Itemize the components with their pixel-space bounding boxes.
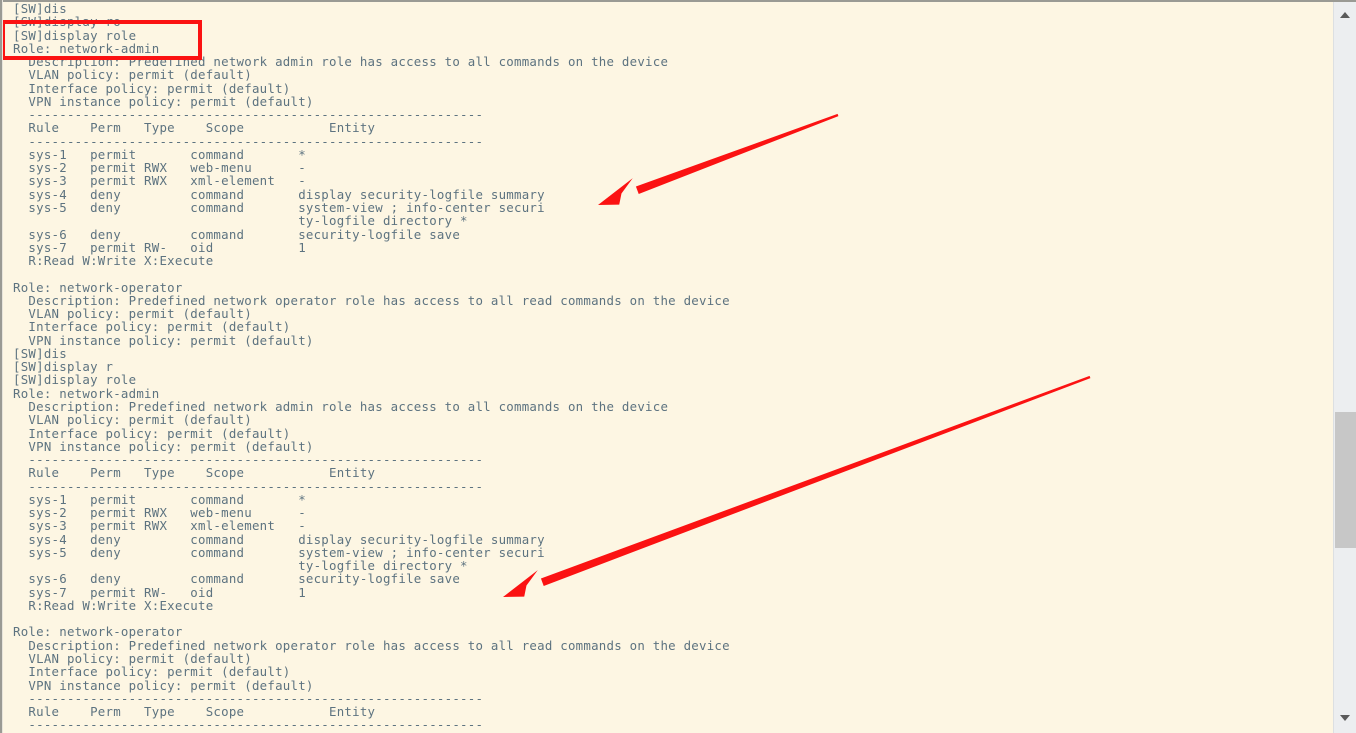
scrollbar-thumb[interactable] (1335, 412, 1356, 548)
terminal-line: [SW]display role (13, 27, 137, 43)
terminal-line: VPN instance policy: permit (default) (13, 438, 314, 454)
terminal-line: Interface policy: permit (default) (13, 319, 291, 335)
terminal-line: [SW]display role (13, 372, 137, 388)
window-top-border (0, 0, 1356, 2)
terminal-line: [SW]dis (13, 345, 67, 361)
terminal-line: VPN instance policy: permit (default) (13, 677, 314, 693)
terminal-line: Interface policy: permit (default) (13, 664, 291, 680)
terminal-line: ----------------------------------------… (13, 452, 484, 468)
terminal-line: [SW]display ro (13, 14, 121, 30)
terminal-line: Description: Predefined network admin ro… (13, 398, 669, 414)
terminal-line: Rule Perm Type Scope Entity (13, 120, 376, 136)
terminal-line: sys-3 permit RWX xml-element - (13, 518, 306, 534)
terminal-line: sys-1 permit command * (13, 146, 306, 162)
terminal-line: Role: network-operator (13, 624, 183, 640)
terminal-line: ----------------------------------------… (13, 690, 484, 706)
terminal-line: ----------------------------------------… (13, 133, 484, 149)
terminal-line: sys-3 permit RWX xml-element - (13, 173, 306, 189)
terminal-line: ty-logfile directory * (13, 213, 468, 229)
terminal-line: sys-7 permit RW- oid 1 (13, 239, 306, 255)
terminal-line: Description: Predefined network admin ro… (13, 54, 669, 70)
terminal-line: Description: Predefined network operator… (13, 637, 730, 653)
terminal-line: ty-logfile directory * (13, 558, 468, 574)
terminal-line: VLAN policy: permit (default) (13, 306, 252, 322)
terminal-line: sys-6 deny command security-logfile save (13, 226, 461, 242)
terminal-line: Description: Predefined network operator… (13, 292, 730, 308)
terminal-line: ----------------------------------------… (13, 478, 484, 494)
vertical-scrollbar[interactable] (1333, 2, 1356, 733)
terminal-line: Rule Perm Type Scope Entity (13, 704, 376, 720)
terminal-line: VLAN policy: permit (default) (13, 651, 252, 667)
terminal-output[interactable]: [SW]dis [SW]display ro [SW]display role Rol… (3, 2, 1333, 733)
terminal-line: VLAN policy: permit (default) (13, 67, 252, 83)
window-left-border-inner (2, 0, 3, 733)
terminal-line: Rule Perm Type Scope Entity (13, 465, 376, 481)
terminal-line: ----------------------------------------… (13, 717, 484, 733)
terminal-line: VPN instance policy: permit (default) (13, 93, 314, 109)
terminal-line: sys-4 deny command display security-logf… (13, 531, 545, 547)
terminal-line: [SW]dis (13, 2, 67, 16)
chevron-down-icon (1340, 715, 1350, 721)
terminal-line: Role: network-admin (13, 385, 160, 401)
terminal-line: sys-7 permit RW- oid 1 (13, 584, 306, 600)
terminal-line: [SW]display r (13, 359, 114, 375)
terminal-line: Interface policy: permit (default) (13, 425, 291, 441)
terminal-line: R:Read W:Write X:Execute (13, 597, 214, 613)
terminal-line: sys-2 permit RWX web-menu - (13, 505, 306, 521)
terminal-line: ----------------------------------------… (13, 107, 484, 123)
terminal-line: sys-2 permit RWX web-menu - (13, 160, 306, 176)
terminal-line: VLAN policy: permit (default) (13, 412, 252, 428)
scrollbar-down-button[interactable] (1334, 708, 1356, 728)
terminal-line: sys-1 permit command * (13, 491, 306, 507)
terminal-window: [SW]dis [SW]display ro [SW]display role Rol… (0, 0, 1356, 733)
terminal-line: VPN instance policy: permit (default) (13, 332, 314, 348)
terminal-line: sys-5 deny command system-view ; info-ce… (13, 199, 545, 215)
terminal-line: Interface policy: permit (default) (13, 80, 291, 96)
terminal-line: Role: network-admin (13, 40, 160, 56)
terminal-line: sys-6 deny command security-logfile save (13, 571, 461, 587)
chevron-up-icon (1340, 12, 1350, 18)
scrollbar-up-button[interactable] (1334, 5, 1356, 25)
terminal-line: sys-4 deny command display security-logf… (13, 186, 545, 202)
terminal-line: sys-5 deny command system-view ; info-ce… (13, 544, 545, 560)
terminal-line: Role: network-operator (13, 279, 183, 295)
terminal-line: R:Read W:Write X:Execute (13, 253, 214, 269)
